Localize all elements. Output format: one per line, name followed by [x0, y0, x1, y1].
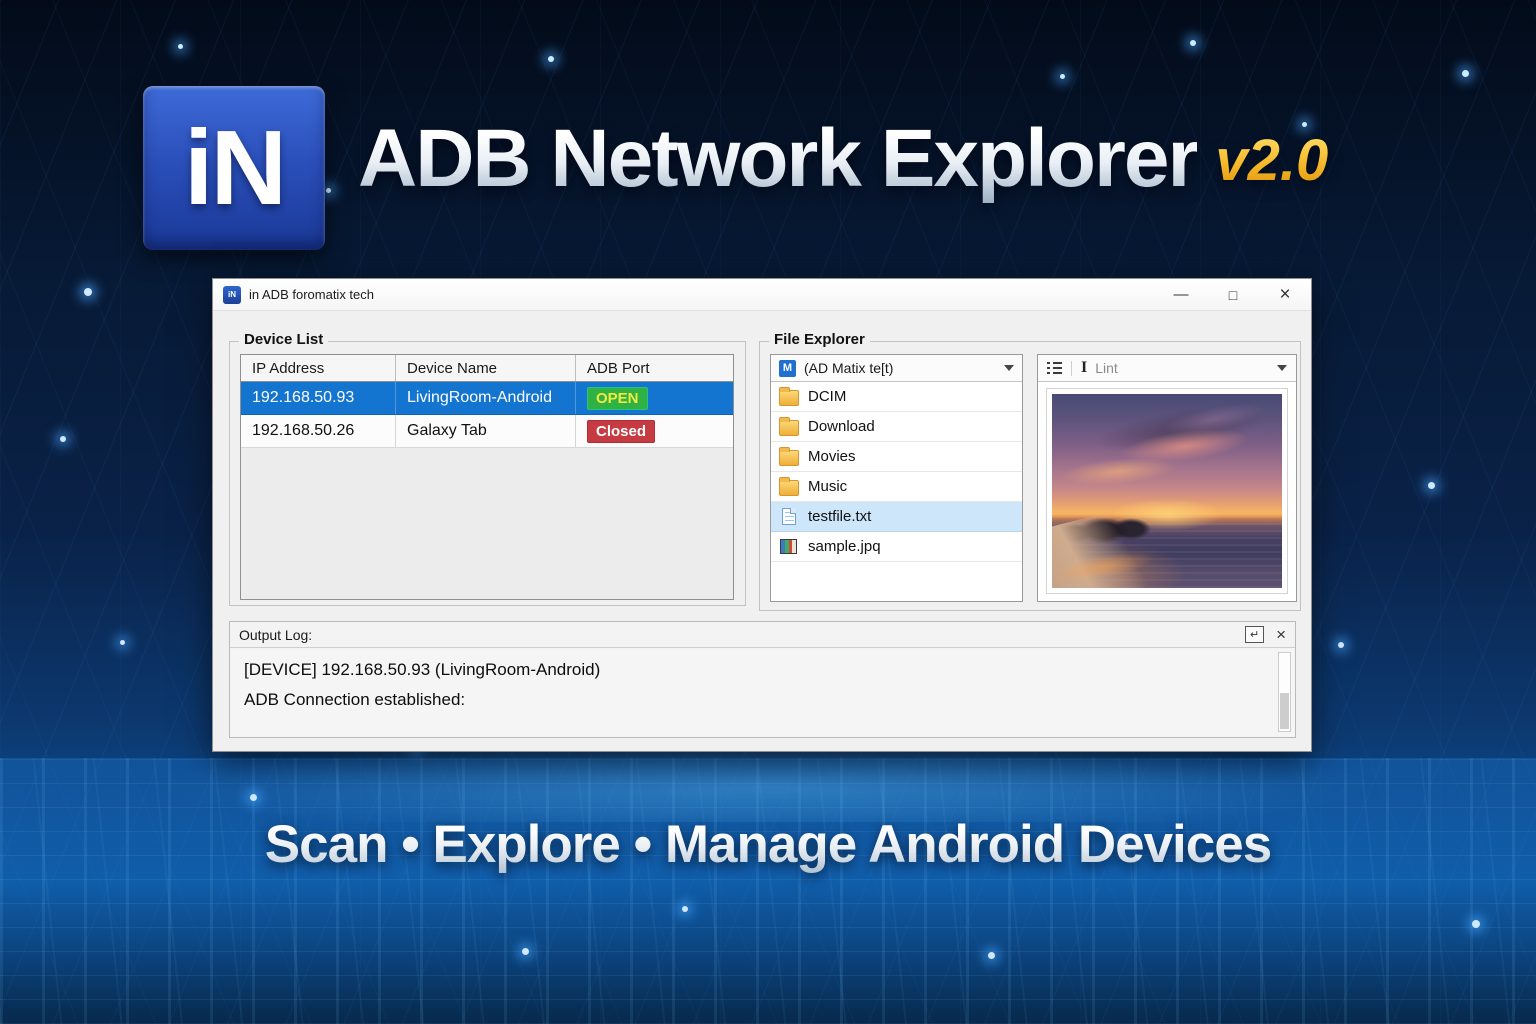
poster: iN ADB Network Explorer v2.0 iN in ADB fo…	[0, 0, 1536, 1024]
scrollbar-thumb[interactable]	[1280, 693, 1289, 729]
device-row[interactable]: 192.168.50.26 Galaxy Tab Closed	[241, 415, 733, 448]
glow-dot	[120, 640, 125, 645]
cell-device-name: LivingRoom-Android	[396, 382, 576, 414]
output-log-body: [DEVICE] 192.168.50.93 (LivingRoom-Andro…	[230, 649, 1295, 737]
version-badge: v2.0	[1215, 128, 1328, 193]
file-item-dcim[interactable]: DCIM	[771, 382, 1022, 412]
chevron-down-icon[interactable]	[1277, 365, 1287, 371]
output-log-actions: ↵ ×	[1245, 626, 1286, 643]
glow-dot	[682, 906, 688, 912]
glow-dot	[1190, 40, 1196, 46]
text-cursor-icon[interactable]: I	[1081, 359, 1087, 377]
file-item-label: testfile.txt	[808, 508, 871, 525]
glow-dot	[326, 188, 331, 193]
background-floor-grid	[0, 758, 1536, 1024]
log-line: [DEVICE] 192.168.50.93 (LivingRoom-Andro…	[230, 655, 1295, 685]
cell-ip: 192.168.50.26	[241, 415, 396, 447]
glow-dot	[548, 56, 554, 62]
device-table-header: IP Address Device Name ADB Port	[241, 355, 733, 382]
column-header-ip[interactable]: IP Address	[241, 355, 396, 381]
list-view-icon[interactable]	[1047, 362, 1062, 375]
cloud-shape	[1142, 394, 1282, 451]
app-logo: iN	[143, 86, 325, 250]
cell-adb-port: OPEN	[576, 382, 733, 414]
cloud-shape	[1052, 445, 1201, 498]
file-item-testfile[interactable]: testfile.txt	[771, 502, 1022, 532]
cloud-shape	[1057, 394, 1282, 481]
pop-out-button[interactable]: ↵	[1245, 626, 1264, 643]
glow-dot	[60, 436, 66, 442]
cloud-shape	[1091, 410, 1280, 482]
file-explorer-legend: File Explorer	[769, 331, 870, 348]
output-log-panel: Output Log: ↵ × [DEVICE] 192.168.50.93 (…	[229, 621, 1296, 738]
glow-dot	[522, 948, 529, 955]
preview-toolbar: I Lint	[1038, 355, 1296, 382]
window-title: in ADB foromatix tech	[249, 287, 374, 302]
app-icon: iN	[223, 286, 241, 304]
app-window: iN in ADB foromatix tech — □ × Device Li…	[212, 278, 1312, 752]
device-list-legend: Device List	[239, 331, 328, 348]
output-log-label: Output Log:	[239, 627, 312, 643]
text-file-icon	[782, 508, 796, 525]
file-item-download[interactable]: Download	[771, 412, 1022, 442]
glow-dot	[1338, 642, 1344, 648]
folder-icon	[779, 480, 799, 496]
close-button[interactable]: ×	[1259, 279, 1311, 310]
cell-adb-port: Closed	[576, 415, 733, 447]
file-list: M (AD Matix te[t) DCIM Download Movies	[770, 354, 1023, 602]
preview-image	[1052, 394, 1282, 588]
window-titlebar[interactable]: iN in ADB foromatix tech — □ ×	[213, 279, 1311, 311]
cell-device-name: Galaxy Tab	[396, 415, 576, 447]
preview-panel: I Lint	[1037, 354, 1297, 602]
poster-title: ADB Network Explorer v2.0	[358, 112, 1328, 206]
device-list-panel: Device List IP Address Device Name ADB P…	[229, 341, 746, 606]
file-item-label: Music	[808, 478, 847, 495]
file-item-label: sample.jpq	[808, 538, 881, 555]
poster-title-text: ADB Network Explorer	[358, 113, 1197, 204]
glow-dot	[1060, 74, 1065, 79]
glow-dot	[988, 952, 995, 959]
toolbar-divider	[1071, 361, 1072, 376]
window-controls: — □ ×	[1155, 279, 1311, 310]
file-item-sample[interactable]: sample.jpq	[771, 532, 1022, 562]
status-badge-open: OPEN	[587, 387, 648, 410]
folder-icon	[779, 420, 799, 436]
output-log-header: Output Log: ↵ ×	[230, 622, 1295, 648]
log-line: ADB Connection established:	[230, 685, 1295, 715]
glow-dot	[1428, 482, 1435, 489]
glow-dot	[84, 288, 92, 296]
device-table: IP Address Device Name ADB Port 192.168.…	[240, 354, 734, 600]
file-item-music[interactable]: Music	[771, 472, 1022, 502]
device-row-selected[interactable]: 192.168.50.93 LivingRoom-Android OPEN	[241, 382, 733, 415]
image-file-icon	[780, 539, 797, 554]
glow-dot	[1462, 70, 1469, 77]
folder-icon	[779, 390, 799, 406]
background-glow	[0, 752, 1536, 822]
log-close-button[interactable]: ×	[1276, 626, 1286, 643]
path-dropdown[interactable]: M (AD Matix te[t)	[771, 355, 1022, 382]
preview-toolbar-label: Lint	[1095, 360, 1271, 376]
maximize-button[interactable]: □	[1207, 279, 1259, 310]
column-header-name[interactable]: Device Name	[396, 355, 576, 381]
path-dropdown-value: (AD Matix te[t)	[804, 360, 998, 376]
glow-dot	[250, 794, 257, 801]
folder-icon	[779, 450, 799, 466]
drive-icon: M	[779, 360, 796, 377]
app-logo-text: iN	[184, 108, 284, 229]
cell-ip: 192.168.50.93	[241, 382, 396, 414]
file-item-movies[interactable]: Movies	[771, 442, 1022, 472]
minimize-button[interactable]: —	[1155, 279, 1207, 310]
tagline: Scan • Explore • Manage Android Devices	[0, 814, 1536, 875]
glow-dot	[178, 44, 183, 49]
status-badge-closed: Closed	[587, 420, 655, 443]
file-explorer-panel: File Explorer M (AD Matix te[t) DCIM Dow…	[759, 341, 1301, 611]
scrollbar[interactable]	[1278, 652, 1291, 732]
file-item-label: DCIM	[808, 388, 846, 405]
file-item-label: Download	[808, 418, 875, 435]
chevron-down-icon	[1004, 365, 1014, 371]
preview-frame	[1046, 388, 1288, 594]
glow-dot	[1472, 920, 1480, 928]
column-header-port[interactable]: ADB Port	[576, 355, 733, 381]
file-item-label: Movies	[808, 448, 856, 465]
